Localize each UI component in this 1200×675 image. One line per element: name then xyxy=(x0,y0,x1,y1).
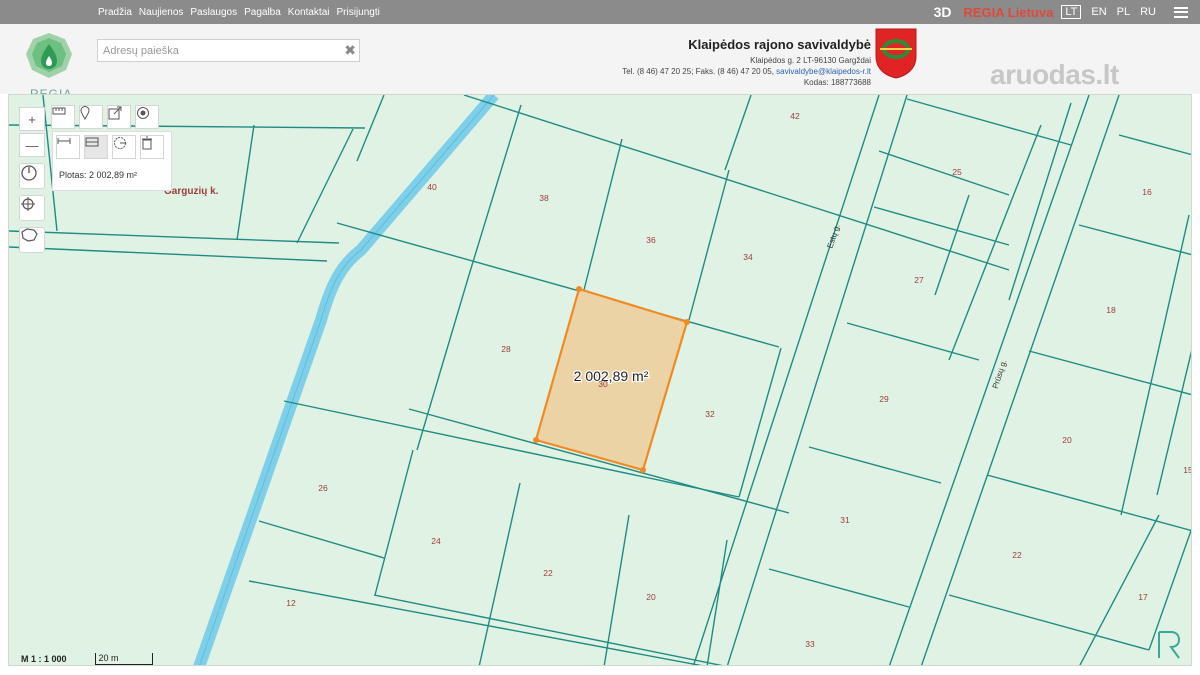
municipality-phone: Tel. (8 46) 47 20 25; Faks. (8 46) 47 20… xyxy=(622,67,774,76)
aruodas-watermark: aruodas.lt xyxy=(990,59,1119,90)
nav-services[interactable]: Paslaugos xyxy=(190,7,237,18)
header: REGIA ✖ Klaipėdos rajono savivaldybė Kla… xyxy=(0,24,1200,101)
river xyxy=(193,95,499,665)
measure-panel xyxy=(52,131,172,191)
parcel-number: 42 xyxy=(790,111,800,121)
nav-contacts[interactable]: Kontaktai xyxy=(288,7,330,18)
trash-icon xyxy=(142,136,152,150)
measured-area-text: Plotas: 2 002,89 m² xyxy=(59,170,138,180)
parcel-number: 27 xyxy=(914,275,924,285)
regia-corner-logo-icon xyxy=(1158,631,1181,659)
marker-tool-button[interactable] xyxy=(79,105,103,129)
parcel-number: 40 xyxy=(427,182,437,192)
parcel-number: 26 xyxy=(318,483,328,493)
map-svg[interactable]: 2 002,89 m² 42 40 38 36 34 25 16 27 18 2… xyxy=(9,95,1192,666)
distance-icon xyxy=(57,138,71,144)
scale-ratio: M 1 : 1 000 xyxy=(21,654,67,664)
parcel-number: 20 xyxy=(1062,435,1072,445)
parcel-number: 38 xyxy=(539,193,549,203)
parcel-number: 22 xyxy=(543,568,553,578)
3d-button[interactable]: 3D xyxy=(934,4,952,20)
nav-news[interactable]: Naujienos xyxy=(139,7,183,18)
zoom-out-button[interactable]: — xyxy=(19,133,45,157)
lang-pl[interactable]: PL xyxy=(1117,6,1130,18)
parcel-number: 34 xyxy=(743,252,753,262)
regia-lietuva-link[interactable]: REGIA Lietuva xyxy=(964,5,1054,20)
country-outline-icon xyxy=(21,228,38,242)
zoom-in-button[interactable]: + xyxy=(19,107,45,131)
parcel-number: 25 xyxy=(952,167,962,177)
parcel-number: 28 xyxy=(501,344,511,354)
hamburger-menu-icon[interactable] xyxy=(1174,6,1188,18)
village-label: Garguzių k. xyxy=(164,186,219,197)
parcel-number: 12 xyxy=(286,598,296,608)
street-label: Estų g. xyxy=(825,223,841,249)
parcel-number: 22 xyxy=(1012,550,1022,560)
compass-button[interactable] xyxy=(19,163,45,189)
nav-help[interactable]: Pagalba xyxy=(244,7,281,18)
municipality-address: Klaipėdos g. 2 LT-96130 Gargždai xyxy=(750,56,871,65)
lang-en[interactable]: EN xyxy=(1091,6,1106,18)
target-tool-button[interactable] xyxy=(135,105,159,129)
parcel-number: 24 xyxy=(431,536,441,546)
lithuania-extent-button[interactable] xyxy=(19,227,45,253)
radius-icon xyxy=(114,137,126,149)
pin-icon xyxy=(80,106,90,120)
target-icon xyxy=(137,107,149,119)
municipality-code: Kodas: 188773688 xyxy=(803,78,871,87)
address-search-input[interactable] xyxy=(98,40,333,61)
top-bar: Pradžia Naujienos Paslaugos Pagalba Kont… xyxy=(0,0,1200,24)
river-edge xyxy=(199,95,495,665)
measure-tool-button[interactable] xyxy=(51,105,75,129)
parcel-number: 18 xyxy=(1106,305,1116,315)
nav-home[interactable]: Pradžia xyxy=(98,7,132,18)
parcel-number: 15 xyxy=(1183,465,1192,475)
compass-icon xyxy=(21,165,37,181)
municipality-info: Klaipėdos rajono savivaldybė Klaipėdos g… xyxy=(622,37,871,88)
parcel-number: 16 xyxy=(1142,187,1152,197)
export-icon xyxy=(108,106,122,120)
clear-measure-button[interactable] xyxy=(140,135,164,159)
area-icon xyxy=(85,137,99,147)
parcel-number: 31 xyxy=(840,515,850,525)
lang-ru[interactable]: RU xyxy=(1140,6,1156,18)
parcel-number: 33 xyxy=(805,639,815,649)
coat-of-arms-icon xyxy=(875,28,917,79)
parcel-area-label: 2 002,89 m² xyxy=(574,368,649,384)
crosshair-icon xyxy=(21,197,35,211)
parcel-number: 17 xyxy=(1138,592,1148,602)
ruler-icon xyxy=(52,107,66,115)
parcel-number: 30 xyxy=(598,379,608,389)
parcel-number: 29 xyxy=(879,394,889,404)
measure-area-button[interactable] xyxy=(84,135,108,159)
municipality-email[interactable]: savivaldybe@klaipedos-r.lt xyxy=(776,67,871,76)
locate-button[interactable] xyxy=(19,195,45,221)
municipality-contacts: Tel. (8 46) 47 20 25; Faks. (8 46) 47 20… xyxy=(622,66,871,77)
parcel-number: 32 xyxy=(705,409,715,419)
address-search: ✖ xyxy=(97,39,360,62)
municipality-name: Klaipėdos rajono savivaldybė xyxy=(688,37,871,52)
map-canvas[interactable]: 2 002,89 m² 42 40 38 36 34 25 16 27 18 2… xyxy=(8,94,1192,666)
parcel-number: 20 xyxy=(646,592,656,602)
search-clear-icon[interactable]: ✖ xyxy=(344,42,356,59)
parcel-number: 36 xyxy=(646,235,656,245)
top-nav: Pradžia Naujienos Paslaugos Pagalba Kont… xyxy=(98,0,380,24)
regia-logo-icon[interactable] xyxy=(24,32,74,80)
street-label: Prūsų g. xyxy=(991,359,1009,390)
export-tool-button[interactable] xyxy=(107,105,131,129)
scale-bar: 20 m xyxy=(94,653,153,665)
top-right-controls: 3D REGIA Lietuva LT EN PL RU xyxy=(934,0,1200,24)
measure-distance-button[interactable] xyxy=(56,135,80,159)
measure-radius-button[interactable] xyxy=(112,135,136,159)
nav-login[interactable]: Prisijungti xyxy=(337,7,380,18)
map-scale: M 1 : 1 000 20 m xyxy=(8,653,153,665)
lang-lt[interactable]: LT xyxy=(1061,5,1082,19)
